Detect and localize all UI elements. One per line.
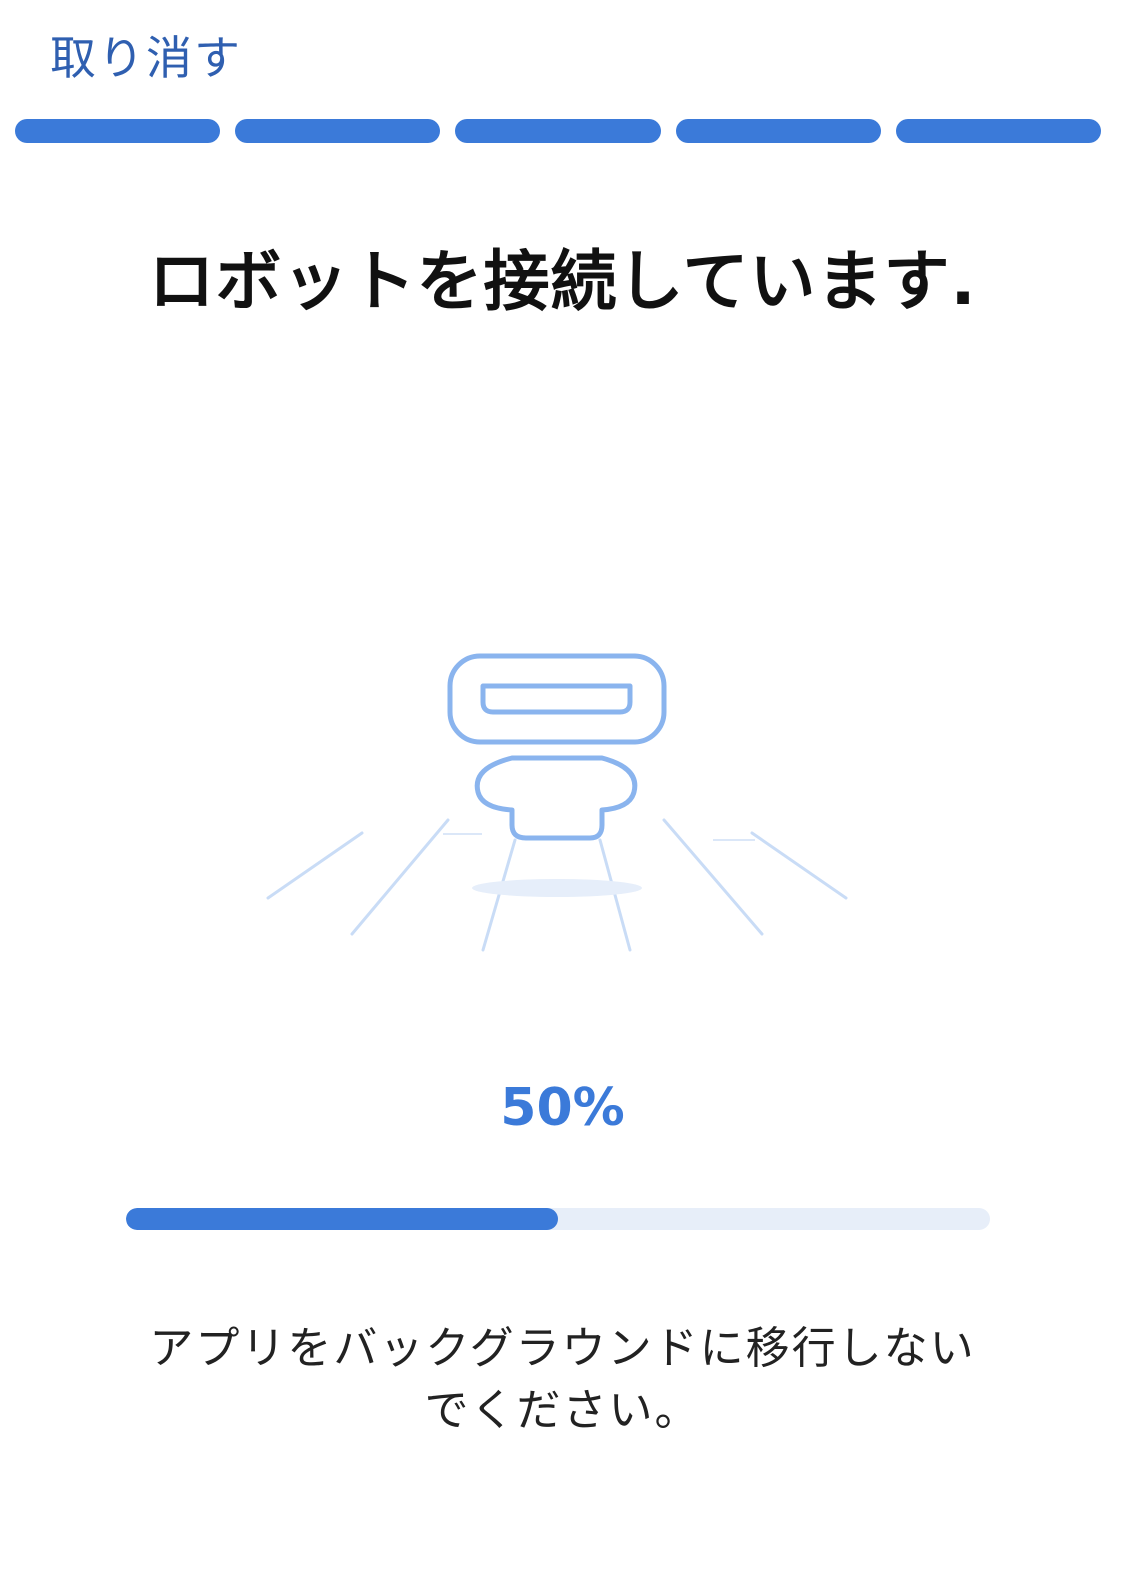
- notice-line-2: でください。: [424, 1385, 701, 1436]
- step-1: [15, 119, 221, 143]
- step-4: [675, 119, 881, 143]
- step-indicator: [15, 119, 1102, 143]
- progress-bar-fill: [126, 1208, 558, 1230]
- page-title: ロボットを接続しています.: [148, 243, 977, 320]
- progress-percent: 50%: [500, 1078, 625, 1138]
- step-2: [235, 119, 441, 143]
- robot-connecting-icon: [250, 640, 870, 970]
- notice-line-1: アプリをバックグラウンドに移行しない: [149, 1323, 976, 1374]
- cancel-button[interactable]: 取り消す: [50, 22, 242, 88]
- progress-bar: [126, 1208, 990, 1230]
- step-3: [455, 119, 661, 143]
- background-warning-text: アプリをバックグラウンドに移行しない でください。: [100, 1318, 1025, 1442]
- step-5: [895, 119, 1102, 143]
